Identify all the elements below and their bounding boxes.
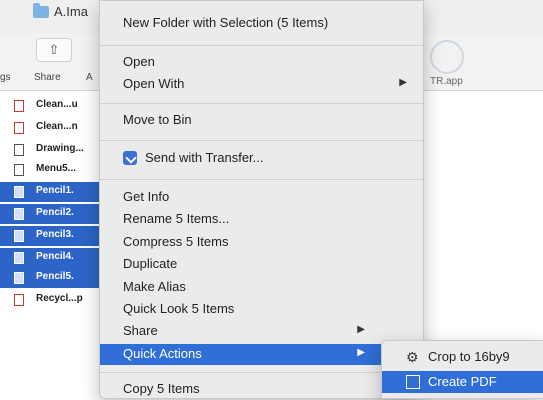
image-icon [14,186,24,198]
menu-item-label: Duplicate [123,256,178,271]
share-label: Share [34,72,61,83]
menu-item-label: Move to Bin [123,112,192,127]
submenu-arrow-icon: ▶ [399,77,407,88]
menu-separator [100,179,423,180]
file-name: Pencil3. [36,229,74,240]
tags-label: gs [0,72,11,83]
file-name: Recycl...p [36,293,83,304]
menu-item-label: Rename 5 Items... [123,211,230,226]
pdf-icon [14,122,24,134]
menu-item-move-to-bin[interactable]: Move to Bin [100,110,423,131]
menu-separator [100,372,423,373]
menu-item-make-alias[interactable]: Make Alias [100,277,423,298]
menu-item-share[interactable]: Share ▶ [100,321,423,342]
menu-item-rename[interactable]: Rename 5 Items... [100,209,423,230]
quick-actions-submenu: ⚙ Crop to 16by9 Create PDF [381,340,543,399]
submenu-item-label: Crop to 16by9 [428,349,510,364]
menu-item-label: Quick Actions [123,346,202,361]
menu-separator [100,140,423,141]
transfer-icon [123,151,137,165]
menu-separator [100,45,423,46]
file-name: Pencil4. [36,251,74,262]
doc-icon [14,144,24,156]
image-icon [14,230,24,242]
submenu-item-create-pdf[interactable]: Create PDF [382,371,543,393]
image-icon [14,208,24,220]
menu-item-label: Send with Transfer... [145,150,264,165]
submenu-arrow-icon: ▶ [357,347,365,358]
menu-item-label: Make Alias [123,279,186,294]
file-name: Pencil5. [36,271,74,282]
menu-item-new-folder-with-selection[interactable]: New Folder with Selection (5 Items) [100,13,423,34]
pdf-icon [14,294,24,306]
gear-icon: ⚙ [406,349,419,365]
share-icon: ⇧ [48,42,60,57]
pdf-icon [14,100,24,112]
context-menu: New Folder with Selection (5 Items) Open… [99,0,424,399]
folder-icon [33,3,49,18]
menu-item-get-info[interactable]: Get Info [100,187,423,208]
background-app-label: TR.app [430,76,463,87]
menu-item-label: Open [123,54,155,69]
menu-separator [100,103,423,104]
menu-item-duplicate[interactable]: Duplicate [100,254,423,275]
file-name: Pencil1. [36,185,74,196]
share-button[interactable]: ⇧ [36,38,72,62]
submenu-item-crop-to-16by9[interactable]: ⚙ Crop to 16by9 [382,346,543,368]
submenu-arrow-icon: ▶ [357,324,365,335]
menu-item-label: New Folder with Selection (5 Items) [123,15,329,30]
file-name: Pencil2. [36,207,74,218]
menu-item-quick-actions[interactable]: Quick Actions ▶ [100,344,423,365]
menu-item-label: Quick Look 5 Items [123,301,235,316]
image-icon [14,252,24,264]
file-name: Clean...n [36,121,78,132]
menu-item-open-with[interactable]: Open With ▶ [100,74,423,95]
file-name: Drawing... [36,143,84,154]
menu-item-label: Open With [123,76,185,91]
menu-item-quick-look[interactable]: Quick Look 5 Items [100,299,423,320]
toolbar-a-label: A [86,72,93,83]
menu-item-open[interactable]: Open [100,52,423,73]
submenu-item-label: Create PDF [428,374,497,389]
menu-item-compress[interactable]: Compress 5 Items [100,232,423,253]
window-title: A.Ima [54,4,88,19]
menu-item-send-with-transfer[interactable]: Send with Transfer... [100,148,423,169]
menu-item-label: Get Info [123,189,170,204]
menu-item-label: Compress 5 Items [123,234,229,249]
menu-item-label: Copy 5 Items [123,381,200,396]
menu-item-label: Share [123,323,158,338]
document-icon [406,375,420,389]
background-app-icon [430,40,464,74]
file-name: Menu5... [36,163,77,174]
image-icon [14,272,24,284]
doc-icon [14,164,24,176]
file-name: Clean...u [36,99,78,110]
